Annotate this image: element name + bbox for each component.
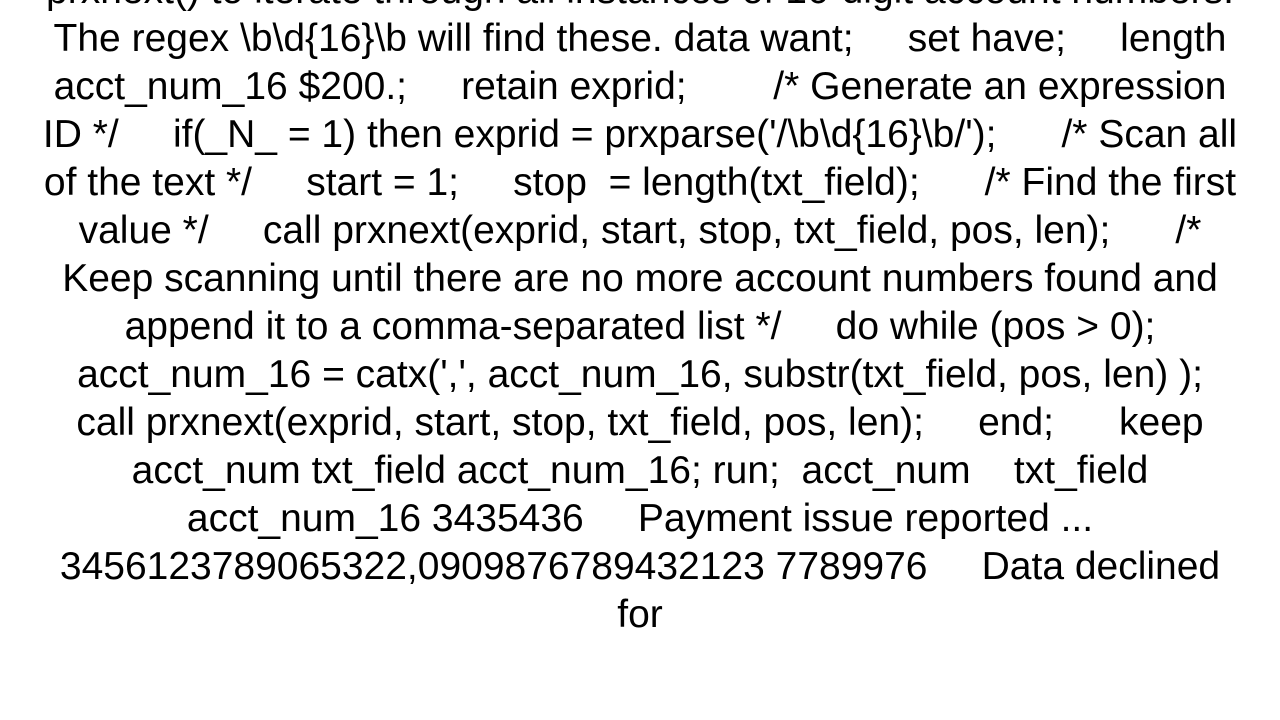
document-body-text: prxnext() to iterate through all instanc… — [0, 0, 1280, 639]
